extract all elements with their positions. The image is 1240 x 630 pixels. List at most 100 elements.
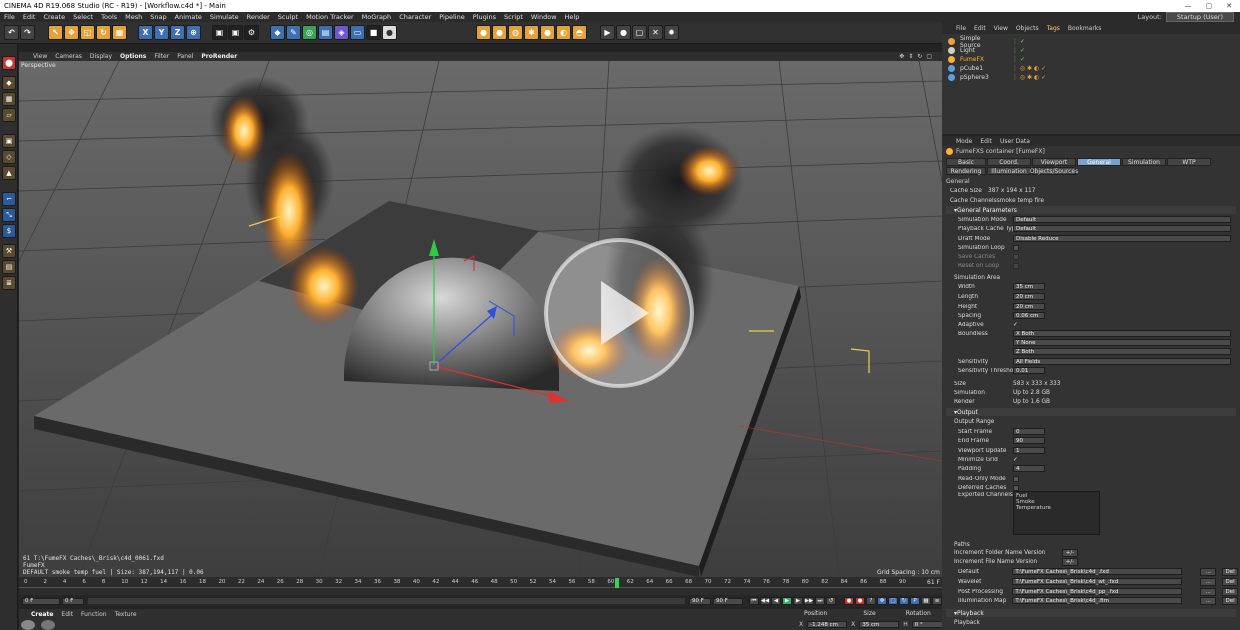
undo-icon[interactable]: ↶ xyxy=(4,25,19,40)
reset-sim-icon[interactable]: ✕ xyxy=(648,25,663,40)
last-tool-icon[interactable]: ▦ xyxy=(112,25,127,40)
pen-icon[interactable]: ✎ xyxy=(286,25,301,40)
general-parameters-header[interactable]: ▾ General Parameters xyxy=(946,206,1236,214)
tab-general[interactable]: General xyxy=(1077,158,1121,166)
obj-menu-tags[interactable]: Tags xyxy=(1047,25,1060,32)
light-icon[interactable]: ● xyxy=(382,25,397,40)
play-forward-icon[interactable]: ▶ xyxy=(782,597,792,605)
material-tab-function[interactable]: Function xyxy=(81,611,107,618)
deformer-icon[interactable]: ◈ xyxy=(334,25,349,40)
lock-workplane-icon[interactable]: ⚒ xyxy=(2,244,16,258)
fumefx-tool-5-icon[interactable]: ● xyxy=(540,25,555,40)
post-delete-button[interactable]: Del xyxy=(1222,587,1238,596)
attr-menu-user-data[interactable]: User Data xyxy=(1000,138,1030,145)
attr-menu-edit[interactable]: Edit xyxy=(980,138,992,145)
end-frame-field[interactable]: 90 F xyxy=(689,597,711,605)
fumefx-tool-3-icon[interactable]: ◍ xyxy=(508,25,523,40)
obj-menu-file[interactable]: File xyxy=(956,25,966,32)
tab-coord[interactable]: Coord. xyxy=(987,158,1031,166)
menu-mesh[interactable]: Mesh xyxy=(125,13,142,21)
material-swatch-1[interactable] xyxy=(21,620,35,630)
viewport-menu-cameras[interactable]: Cameras xyxy=(55,53,82,60)
material-tab-edit[interactable]: Edit xyxy=(61,611,73,618)
post-browse-button[interactable]: ... xyxy=(1200,587,1217,596)
texture-mode-icon[interactable]: ▦ xyxy=(2,92,16,106)
solo-icon[interactable]: ≣ xyxy=(2,276,16,290)
maximize-button[interactable]: ▢ xyxy=(1206,2,1213,10)
obj-menu-view[interactable]: View xyxy=(994,25,1008,32)
maximize-view-icon[interactable]: ▢ xyxy=(926,53,932,60)
obj-menu-objects[interactable]: Objects xyxy=(1016,25,1039,32)
menu-edit[interactable]: Edit xyxy=(23,13,36,21)
loop-icon[interactable]: ↺ xyxy=(826,597,836,605)
subdivision-icon[interactable]: ◎ xyxy=(302,25,317,40)
move-icon[interactable]: ✥ xyxy=(64,25,79,40)
minimize-button[interactable]: — xyxy=(1185,2,1192,10)
tab-wtp[interactable]: WTP xyxy=(1167,158,1211,166)
menu-animate[interactable]: Animate xyxy=(175,13,202,21)
illum-browse-button[interactable]: ... xyxy=(1200,596,1217,605)
snap-icon[interactable]: $ xyxy=(2,224,16,238)
menu-plugins[interactable]: Plugins xyxy=(473,13,496,21)
timeline-menu-icon[interactable]: ≡ xyxy=(932,597,942,605)
menu-snap[interactable]: Snap xyxy=(150,13,166,21)
min-frame-field[interactable]: 0 F xyxy=(62,597,84,605)
settings-gear-icon[interactable]: ✹ xyxy=(664,25,679,40)
inc-folder-button[interactable]: +/- xyxy=(1062,548,1078,557)
layout-dropdown[interactable]: Startup (User) xyxy=(1165,12,1234,22)
points-mode-icon[interactable]: ▣ xyxy=(2,134,16,148)
menu-tools[interactable]: Tools xyxy=(101,13,117,21)
playback-cache-dropdown[interactable]: Default xyxy=(1013,225,1231,232)
keyframe-selection-icon[interactable]: ? xyxy=(866,597,876,605)
close-button[interactable]: ✕ xyxy=(1226,2,1232,10)
default-browse-button[interactable]: ... xyxy=(1200,567,1217,576)
boundless-y-dropdown[interactable]: Y None xyxy=(1013,339,1231,346)
position-key-icon[interactable]: ✥ xyxy=(877,597,887,605)
render-picture-viewer-icon[interactable]: ▣ xyxy=(228,25,243,40)
play-video-overlay[interactable] xyxy=(544,238,694,388)
playback-header[interactable]: ▾ Playback xyxy=(946,609,1236,617)
deferred-caches-checkbox[interactable] xyxy=(1013,484,1019,491)
menu-create[interactable]: Create xyxy=(43,13,65,21)
edit-render-settings-icon[interactable]: ⚙ xyxy=(244,25,259,40)
viewport-menu-prorender[interactable]: ProRender xyxy=(201,53,237,60)
size-x-field[interactable]: 35 cm xyxy=(859,621,900,628)
model-mode-icon[interactable]: ◆ xyxy=(2,76,16,90)
read-only-checkbox[interactable] xyxy=(1013,475,1019,482)
coordinate-system-icon[interactable]: ⊕ xyxy=(186,25,201,40)
viewport-menu-panel[interactable]: Panel xyxy=(177,53,193,60)
tab-rendering[interactable]: Rendering xyxy=(946,167,986,175)
menu-window[interactable]: Window xyxy=(531,13,557,21)
visibility-check-icon[interactable]: ⋮ ✓ xyxy=(1012,47,1025,54)
3d-viewport[interactable]: Perspective 61 T:\FumeFX Caches\_Brisk\c… xyxy=(19,61,942,577)
object-row-light[interactable]: Light ⋮ ✓ xyxy=(948,46,1238,55)
render-view-icon[interactable]: ▣ xyxy=(212,25,227,40)
post-processing-field[interactable]: T:\FumeFX Caches\_Brisk\c4d_pp_.fxd xyxy=(1012,588,1183,595)
visibility-check-icon[interactable]: ⋮ ✓ xyxy=(1012,38,1025,45)
rotation-key-icon[interactable]: ↻ xyxy=(899,597,909,605)
playhead-marker[interactable] xyxy=(615,578,620,588)
make-editable-icon[interactable]: ⬤ xyxy=(2,56,16,70)
boundless-z-dropdown[interactable]: Z Both xyxy=(1013,348,1231,355)
autokey-icon[interactable]: ● xyxy=(855,597,865,605)
tab-viewport[interactable]: Viewport xyxy=(1032,158,1076,166)
menu-sculpt[interactable]: Sculpt xyxy=(278,13,298,21)
scale-icon[interactable]: ◱ xyxy=(80,25,95,40)
redo-icon[interactable]: ↷ xyxy=(20,25,35,40)
axis-mode-icon[interactable]: ⌐ xyxy=(2,192,16,206)
tab-basic[interactable]: Basic xyxy=(946,158,986,166)
planar-icon[interactable]: ▤ xyxy=(2,260,16,274)
live-selection-icon[interactable]: ↖ xyxy=(48,25,63,40)
record-keys-icon[interactable]: ● xyxy=(844,597,854,605)
viewport-menu-filter[interactable]: Filter xyxy=(154,53,169,60)
sensitivity-threshold-field[interactable]: 0.01 xyxy=(1013,367,1045,374)
exported-channels-list[interactable]: Fuel Smoke Temperature xyxy=(1013,491,1100,535)
fumefx-tool-4-icon[interactable]: ✱ xyxy=(524,25,539,40)
draft-mode-dropdown[interactable]: Disable Reduce xyxy=(1013,235,1231,242)
width-field[interactable]: 35 cm xyxy=(1013,283,1045,290)
clear-sim-icon[interactable]: ▢ xyxy=(632,25,647,40)
rotate-icon[interactable]: ↻ xyxy=(96,25,111,40)
attr-menu-mode[interactable]: Mode xyxy=(956,138,972,145)
fumefx-tool-1-icon[interactable]: ● xyxy=(476,25,491,40)
menu-mograph[interactable]: MoGraph xyxy=(362,13,392,21)
